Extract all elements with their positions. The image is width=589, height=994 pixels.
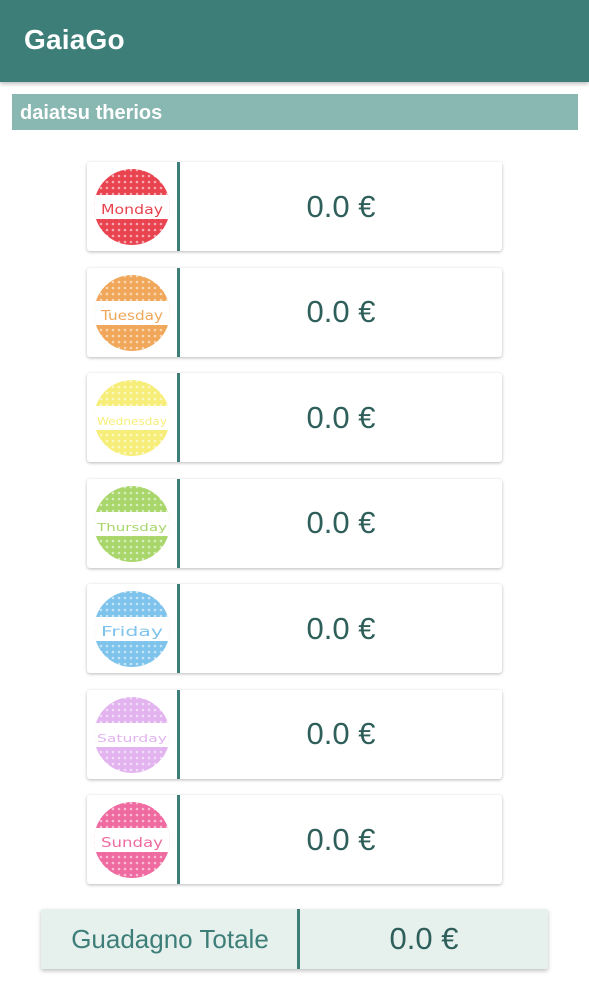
- total-label: Guadagno Totale: [71, 923, 269, 954]
- day-amount: 0.0 €: [306, 821, 376, 857]
- day-card-sunday[interactable]: Sunday 0.0 €: [87, 795, 502, 884]
- day-amount: 0.0 €: [306, 399, 376, 435]
- day-amount: 0.0 €: [306, 188, 376, 224]
- friday-badge-icon: Friday: [94, 591, 170, 667]
- badge-day-text: Wednesday: [97, 416, 167, 428]
- day-card-saturday[interactable]: Saturday 0.0 €: [87, 689, 502, 779]
- day-card-wednesday[interactable]: Wednesday 0.0 €: [87, 373, 502, 462]
- total-amount: 0.0 €: [389, 921, 459, 956]
- badge-day-text: Saturday: [97, 733, 167, 745]
- badge-day-text: Thursday: [96, 522, 167, 534]
- badge-day-text: Friday: [101, 625, 163, 640]
- day-card-tuesday[interactable]: Tuesday 0.0 €: [87, 267, 502, 357]
- tuesday-badge-icon: Tuesday: [94, 274, 170, 351]
- day-card-monday[interactable]: Monday 0.0 €: [87, 162, 502, 251]
- saturday-badge-icon: Saturday: [94, 696, 170, 773]
- subheader-label: daiatsu therios: [20, 102, 163, 124]
- day-card-friday[interactable]: Friday 0.0 €: [87, 584, 502, 673]
- day-list: Monday 0.0 € Tuesday 0.0 € Wednesday 0.0…: [87, 162, 502, 901]
- wednesday-badge-icon: Wednesday: [94, 380, 170, 456]
- sunday-badge-icon: Sunday: [94, 802, 170, 878]
- badge-day-text: Sunday: [101, 836, 163, 851]
- badge-day-text: Monday: [101, 203, 163, 218]
- day-card-thursday[interactable]: Thursday 0.0 €: [87, 478, 502, 568]
- subheader: daiatsu therios: [12, 94, 578, 130]
- day-amount: 0.0 €: [306, 505, 376, 540]
- badge-day-text: Tuesday: [100, 309, 164, 324]
- app-bar: GaiaGo: [0, 0, 589, 82]
- day-amount: 0.0 €: [306, 610, 376, 646]
- monday-badge-icon: Monday: [94, 169, 170, 245]
- day-amount: 0.0 €: [306, 716, 376, 751]
- day-amount: 0.0 €: [306, 294, 376, 329]
- app-title: GaiaGo: [24, 24, 125, 55]
- thursday-badge-icon: Thursday: [94, 485, 170, 562]
- total-bar: Guadagno Totale 0.0 €: [41, 909, 548, 969]
